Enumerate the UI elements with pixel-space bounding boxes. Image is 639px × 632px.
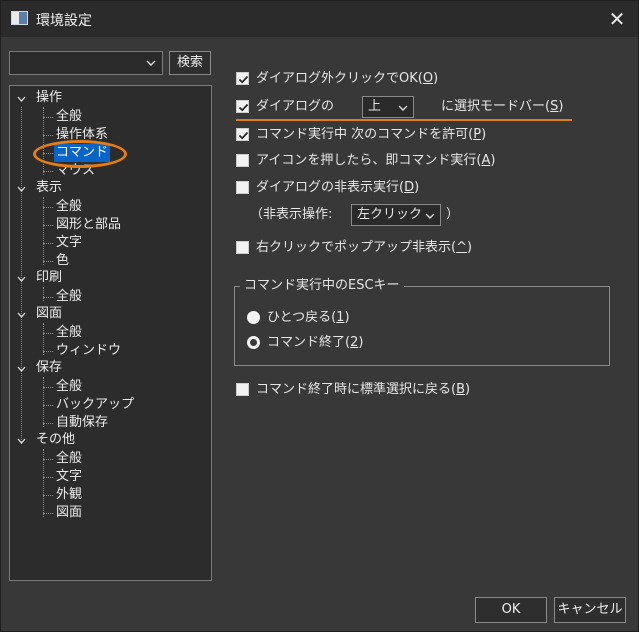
checkmark-icon [238, 131, 249, 140]
radio-selected[interactable] [247, 311, 260, 324]
checkbox[interactable] [236, 181, 249, 194]
title-bar[interactable]: 環境設定 ✕ [1, 1, 638, 37]
app-window-icon [11, 11, 28, 25]
tree-group-drawing[interactable]: 図面 [36, 305, 62, 323]
tree-item-color[interactable]: 色 [56, 252, 69, 270]
ok-button[interactable]: OK [475, 597, 547, 623]
checkbox[interactable] [236, 241, 249, 254]
tree-item-drawing[interactable]: 図面 [56, 504, 82, 522]
checkmark-icon [238, 75, 249, 84]
search-button[interactable]: 検索 [169, 51, 211, 75]
tree-item-window[interactable]: ウィンドウ [56, 342, 121, 360]
collapse-icon[interactable] [17, 311, 26, 320]
tree-item-general[interactable]: 全般 [56, 108, 82, 126]
collapse-icon[interactable] [17, 275, 26, 284]
tree-group-display[interactable]: 表示 [36, 179, 62, 197]
checkbox[interactable] [236, 154, 249, 167]
tree-item-general[interactable]: 全般 [56, 378, 82, 396]
select-mode-bar-label: に選択モードバー(S) [441, 99, 564, 114]
checkbox[interactable] [236, 72, 249, 85]
tree-item-operation-system[interactable]: 操作体系 [56, 126, 108, 144]
tree-item-general[interactable]: 全般 [56, 288, 82, 306]
tree-item-autosave[interactable]: 自動保存 [56, 414, 108, 432]
collapse-icon[interactable] [17, 185, 26, 194]
tree-group-operation[interactable]: 操作 [36, 89, 62, 107]
tree-item-backup[interactable]: バックアップ [56, 396, 134, 414]
position-dropdown[interactable]: 上 [362, 96, 414, 118]
tree-item-text[interactable]: 文字 [56, 468, 82, 486]
radio-unselected[interactable] [247, 336, 260, 349]
tree-item-command[interactable]: コマンド [54, 144, 111, 162]
hide-operation-dropdown[interactable]: 左クリック [351, 204, 441, 226]
hide-operation-label: （非表示操作: [250, 207, 333, 222]
checkbox[interactable] [236, 383, 249, 396]
chevron-down-icon [146, 60, 156, 66]
annotation-underline [236, 119, 572, 121]
tree-item-appearance[interactable]: 外観 [56, 486, 82, 504]
tree-item-general[interactable]: 全般 [56, 450, 82, 468]
category-tree[interactable]: 操作 全般 操作体系 コマンド マウス 表示 全般 図形と部品 文字 色 印刷 … [9, 85, 212, 581]
tree-item-text[interactable]: 文字 [56, 234, 82, 252]
tree-item-shapes-parts[interactable]: 図形と部品 [56, 216, 121, 234]
tree-item-general[interactable]: 全般 [56, 324, 82, 342]
tree-item-mouse[interactable]: マウス [56, 162, 95, 180]
search-combo[interactable] [9, 51, 163, 75]
settings-dialog: 環境設定 ✕ 検索 操作 全般 操作体系 コマンド マウス 表示 全般 図形と部… [0, 0, 639, 632]
tree-group-save[interactable]: 保存 [36, 359, 62, 377]
tree-item-general[interactable]: 全般 [56, 198, 82, 216]
collapse-icon[interactable] [17, 95, 26, 104]
tree-group-other[interactable]: その他 [36, 431, 75, 449]
chevron-down-icon [398, 105, 408, 111]
window-title: 環境設定 [36, 13, 92, 29]
checkbox[interactable] [236, 100, 249, 113]
esc-group-title: コマンド実行中のESCキー [240, 277, 404, 295]
checkmark-icon [238, 103, 249, 112]
chevron-down-icon [425, 213, 435, 219]
collapse-icon[interactable] [17, 437, 26, 446]
tree-group-print[interactable]: 印刷 [36, 269, 62, 287]
checkbox[interactable] [236, 128, 249, 141]
close-icon[interactable]: ✕ [605, 7, 629, 31]
cancel-button[interactable]: キャンセル [554, 597, 626, 623]
hide-operation-close: ） [446, 207, 460, 222]
collapse-icon[interactable] [17, 365, 26, 374]
